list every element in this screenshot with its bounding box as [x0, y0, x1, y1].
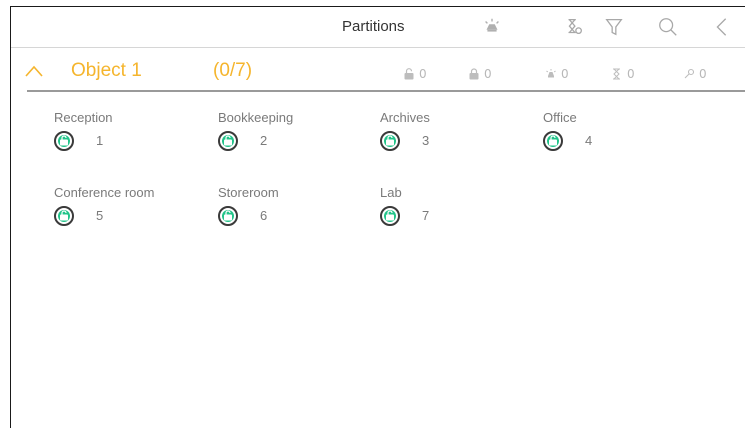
partition-number: 2: [260, 133, 268, 148]
page-title: Partitions: [342, 18, 405, 35]
stat-unlocked: 0: [403, 67, 427, 81]
stat-hourglass-value: 0: [627, 67, 635, 81]
partition-tile[interactable]: Bookkeeping 2: [218, 110, 368, 154]
chevron-up-icon[interactable]: [25, 64, 43, 78]
object-row[interactable]: Object 1 (0/7) 0 0 0 0 0: [11, 55, 745, 87]
object-divider: [27, 90, 745, 92]
hourglass-icon: [613, 68, 620, 80]
unlocked-status-icon: [54, 131, 74, 151]
unlocked-icon: [404, 68, 414, 80]
partition-tile[interactable]: Office 4: [543, 110, 693, 154]
partition-name: Conference room: [54, 185, 155, 200]
unlocked-status-icon: [543, 131, 563, 151]
app-window: Partitions Object 1 (0/7) 0 0 0 0 0 Rece…: [10, 6, 745, 428]
alarm-icon: [546, 69, 556, 78]
partition-name: Lab: [380, 185, 402, 200]
search-icon[interactable]: [657, 16, 679, 38]
stat-service: 0: [683, 67, 707, 81]
stat-locked: 0: [468, 67, 492, 81]
partition-tile[interactable]: Conference room 5: [54, 185, 204, 229]
top-toolbar: Partitions: [11, 7, 745, 48]
partition-number: 6: [260, 208, 268, 223]
wrench-icon: [684, 68, 695, 79]
stat-alarm: 0: [545, 67, 569, 81]
partition-name: Storeroom: [218, 185, 279, 200]
partition-number: 1: [96, 133, 104, 148]
partition-tile[interactable]: Reception 1: [54, 110, 204, 154]
unlocked-status-icon: [218, 131, 238, 151]
partition-tile[interactable]: Lab 7: [380, 185, 530, 229]
partition-tile[interactable]: Archives 3: [380, 110, 530, 154]
stat-unlocked-value: 0: [419, 67, 427, 81]
stat-hourglass: 0: [611, 67, 635, 81]
stat-service-value: 0: [699, 67, 707, 81]
unlocked-status-icon: [380, 131, 400, 151]
partition-number: 7: [422, 208, 430, 223]
partition-number: 4: [585, 133, 593, 148]
unlocked-status-icon: [380, 206, 400, 226]
partition-name: Reception: [54, 110, 113, 125]
partition-tile[interactable]: Storeroom 6: [218, 185, 368, 229]
unlocked-status-icon: [54, 206, 74, 226]
object-name: Object 1: [71, 60, 142, 81]
object-count: (0/7): [213, 60, 253, 81]
locked-icon: [469, 68, 479, 80]
partition-name: Office: [543, 110, 577, 125]
partition-number: 3: [422, 133, 430, 148]
stat-alarm-value: 0: [561, 67, 569, 81]
filter-icon[interactable]: [603, 16, 625, 38]
back-chevron-icon[interactable]: [711, 16, 733, 38]
unlocked-status-icon: [218, 206, 238, 226]
partition-name: Bookkeeping: [218, 110, 294, 125]
stat-locked-value: 0: [484, 67, 492, 81]
alarm-bell-icon[interactable]: [481, 16, 503, 38]
partition-name: Archives: [380, 110, 430, 125]
hourglass-settings-icon[interactable]: [563, 16, 585, 38]
partition-number: 5: [96, 208, 104, 223]
